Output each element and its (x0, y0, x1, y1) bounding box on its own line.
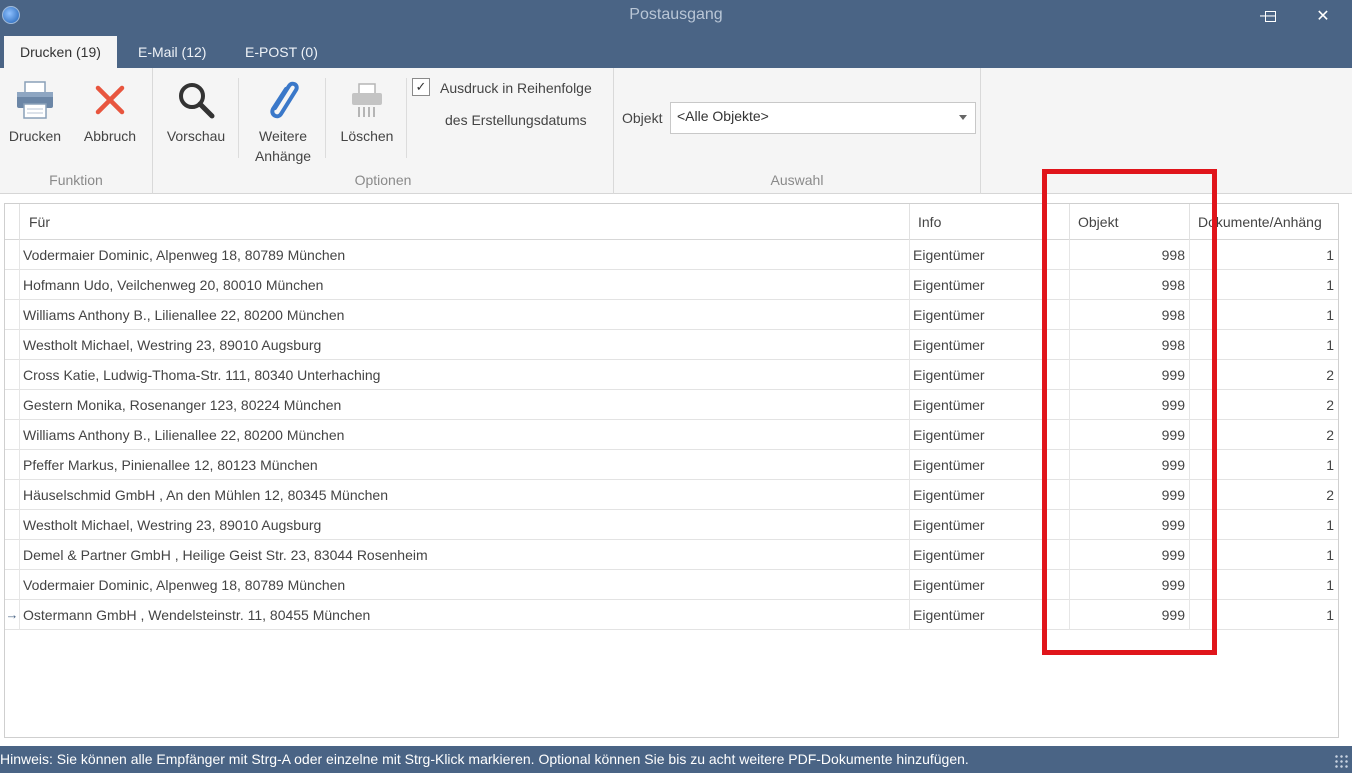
tab-email[interactable]: E-Mail (12) (122, 36, 222, 68)
tab-epost[interactable]: E-POST (0) (229, 36, 334, 68)
abbruch-label: Abbruch (83, 128, 137, 144)
vorschau-label: Vorschau (166, 128, 226, 144)
status-hint: Hinweis: Sie können alle Empfänger mit S… (0, 751, 969, 767)
cell-fuer[interactable]: Gestern Monika, Rosenanger 123, 80224 Mü… (19, 390, 909, 420)
anhaenge-label: Anhänge (254, 148, 312, 164)
cell-fuer[interactable]: Vodermaier Dominic, Alpenweg 18, 80789 M… (19, 240, 909, 270)
objekt-column-highlight (1042, 169, 1217, 655)
chevron-down-icon[interactable] (959, 115, 967, 120)
tab-drucken[interactable]: Drucken (19) (4, 36, 117, 68)
group-label-auswahl: Auswahl (770, 172, 824, 188)
weitere-anhaenge-button[interactable]: Weitere Anhänge (247, 74, 319, 166)
window-title: Postausgang (629, 6, 723, 23)
cancel-x-icon (78, 74, 142, 126)
objekt-select[interactable]: <Alle Objekte> (670, 102, 976, 134)
loeschen-button[interactable]: Löschen (333, 74, 401, 146)
reihenfolge-label-1: Ausdruck in Reihenfolge (440, 80, 592, 96)
cell-fuer[interactable]: Westholt Michael, Westring 23, 89010 Aug… (19, 510, 909, 540)
magnifier-icon (161, 74, 231, 126)
column-header-fuer[interactable]: Für (19, 204, 909, 240)
maximize-button[interactable] (1247, 0, 1293, 32)
title-bar: Postausgang — ✕ (0, 0, 1352, 32)
weitere-label: Weitere (259, 128, 307, 144)
status-bar: Hinweis: Sie können alle Empfänger mit S… (0, 746, 1352, 773)
loeschen-label: Löschen (340, 128, 394, 144)
cell-fuer[interactable]: Cross Katie, Ludwig-Thoma-Str. 111, 8034… (19, 360, 909, 390)
group-funktion: Drucken Abbruch Funktion (0, 68, 153, 194)
cell-fuer[interactable]: Häuselschmid GmbH , An den Mühlen 12, 80… (19, 480, 909, 510)
cell-fuer[interactable]: Demel & Partner GmbH , Heilige Geist Str… (19, 540, 909, 570)
tab-bar: Drucken (19) E-Mail (12) E-POST (0) (0, 32, 1352, 68)
current-row-arrow-icon: → (5, 607, 19, 622)
reihenfolge-checkbox[interactable]: ✓ (412, 78, 430, 96)
cell-fuer[interactable]: Hofmann Udo, Veilchenweg 20, 80010 Münch… (19, 270, 909, 300)
close-button[interactable]: ✕ (1300, 0, 1346, 32)
objekt-select-value: <Alle Objekte> (677, 108, 769, 124)
maximize-icon (1264, 10, 1276, 22)
shredder-icon (333, 74, 401, 126)
cell-fuer[interactable]: Ostermann GmbH , Wendelsteinstr. 11, 804… (19, 600, 909, 630)
cell-fuer[interactable]: Vodermaier Dominic, Alpenweg 18, 80789 M… (19, 570, 909, 600)
cell-fuer[interactable]: Westholt Michael, Westring 23, 89010 Aug… (19, 330, 909, 360)
abbruch-button[interactable]: Abbruch (78, 74, 142, 146)
vorschau-button[interactable]: Vorschau (161, 74, 231, 146)
group-label-optionen: Optionen (354, 172, 412, 188)
reihenfolge-label-2: des Erstellungsdatums (445, 112, 587, 128)
cell-fuer[interactable]: Williams Anthony B., Lilienallee 22, 802… (19, 420, 909, 450)
drucken-label: Drucken (8, 128, 62, 144)
resize-grip-icon[interactable] (1334, 754, 1348, 768)
cell-fuer[interactable]: Pfeffer Markus, Pinienallee 12, 80123 Mü… (19, 450, 909, 480)
printer-icon (4, 74, 66, 126)
objekt-label: Objekt (622, 110, 663, 126)
drucken-button[interactable]: Drucken (4, 74, 66, 146)
separator (238, 78, 239, 158)
separator (406, 78, 407, 158)
paperclip-icon (247, 74, 319, 126)
group-label-funktion: Funktion (49, 172, 103, 188)
separator (325, 78, 326, 158)
cell-fuer[interactable]: Williams Anthony B., Lilienallee 22, 802… (19, 300, 909, 330)
